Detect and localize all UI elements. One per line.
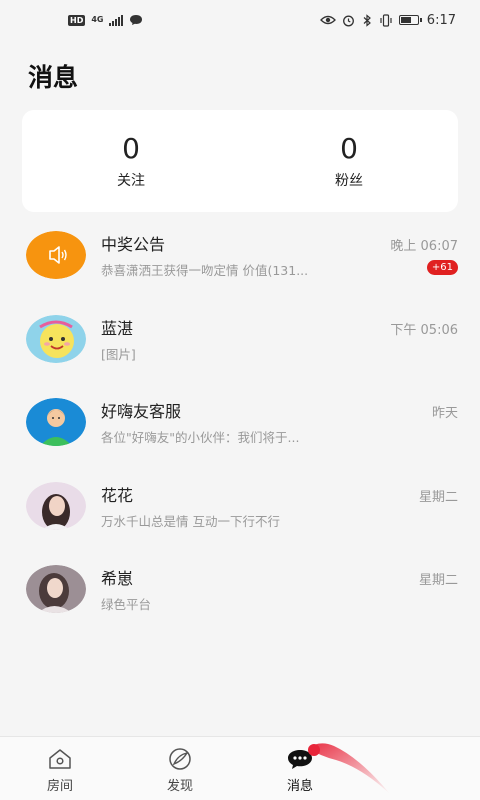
stats-card: 0 关注 0 粉丝 [22,110,458,212]
signal-icon [109,14,124,26]
speaker-icon [26,231,86,279]
status-bar: HD 4G 6:17 [0,0,480,40]
page-title: 消息 [28,63,79,92]
conversation-list: 中奖公告 恭喜潇洒王获得一吻定情 价值(131... 晚上 06:07 +61 … [0,214,480,632]
bottom-nav: 房间 发现 消息 [0,736,480,800]
conversation-name: 中奖公告 [101,235,166,254]
conversation-time: 昨天 [431,406,458,421]
nav-item-room[interactable]: 房间 [0,737,120,800]
stat-fans[interactable]: 0 粉丝 [240,110,458,212]
unread-badge: +61 [426,260,458,275]
vibrate-icon [380,13,392,27]
stat-following-label: 关注 [117,173,145,189]
conversation-item[interactable]: 花花 万水千山总是情 互动一下行不行 星期二 [0,465,480,549]
stat-following-value: 0 [122,132,140,165]
network-type: 4G [91,15,104,24]
status-bar-left: HD 4G [68,14,143,26]
photo-avatar [26,565,86,613]
eye-icon [319,15,336,25]
message-icon [288,750,312,769]
conversation-preview: 各位"好嗨友"的小伙伴：我们将于... [101,430,300,445]
conversation-time: 星期二 [418,489,458,505]
chat-bubble-icon [130,15,143,25]
conversation-name: 希崽 [101,569,134,588]
discover-icon [169,748,191,770]
conversation-name: 好嗨友客服 [101,402,182,421]
hd-badge-icon: HD [68,14,86,26]
nav-item-discover[interactable]: 发现 [120,737,240,800]
photo-avatar [26,481,86,530]
status-bar-right: 6:17 [319,12,456,28]
nav-item-messages[interactable]: 消息 [240,737,360,800]
stat-fans-value: 0 [340,132,358,165]
conversation-time: 晚上 06:07 [390,239,458,254]
service-avatar [26,398,86,446]
stat-fans-label: 粉丝 [335,173,363,189]
status-time: 6:17 [426,12,456,28]
conversation-preview: [图片] [101,346,136,362]
cartoon-avatar [26,314,86,363]
conversation-item[interactable]: 希崽 绿色平台 星期二 [0,548,480,632]
conversation-item[interactable]: 蓝湛 [图片] 下午 05:06 [0,298,480,382]
conversation-time: 下午 05:06 [390,322,458,338]
conversation-item[interactable]: 好嗨友客服 各位"好嗨友"的小伙伴：我们将于... 昨天 [0,381,480,465]
nav-label: 发现 [166,779,193,794]
conversation-preview: 万水千山总是情 互动一下行不行 [101,513,280,529]
alarm-icon [342,15,354,26]
stat-following[interactable]: 0 关注 [22,110,240,212]
conversation-preview: 恭喜潇洒王获得一吻定情 价值(131... [101,263,309,278]
bluetooth-icon [363,13,371,27]
conversation-time: 星期二 [418,573,458,588]
nav-label: 房间 [46,779,73,794]
conversation-preview: 绿色平台 [101,597,152,612]
battery-icon [398,15,422,25]
conversation-name: 花花 [101,485,134,505]
room-icon [49,749,71,769]
conversation-item[interactable]: 中奖公告 恭喜潇洒王获得一吻定情 价值(131... 晚上 06:07 +61 [0,214,480,298]
nav-label: 消息 [286,779,313,794]
conversation-name: 蓝湛 [101,318,134,338]
